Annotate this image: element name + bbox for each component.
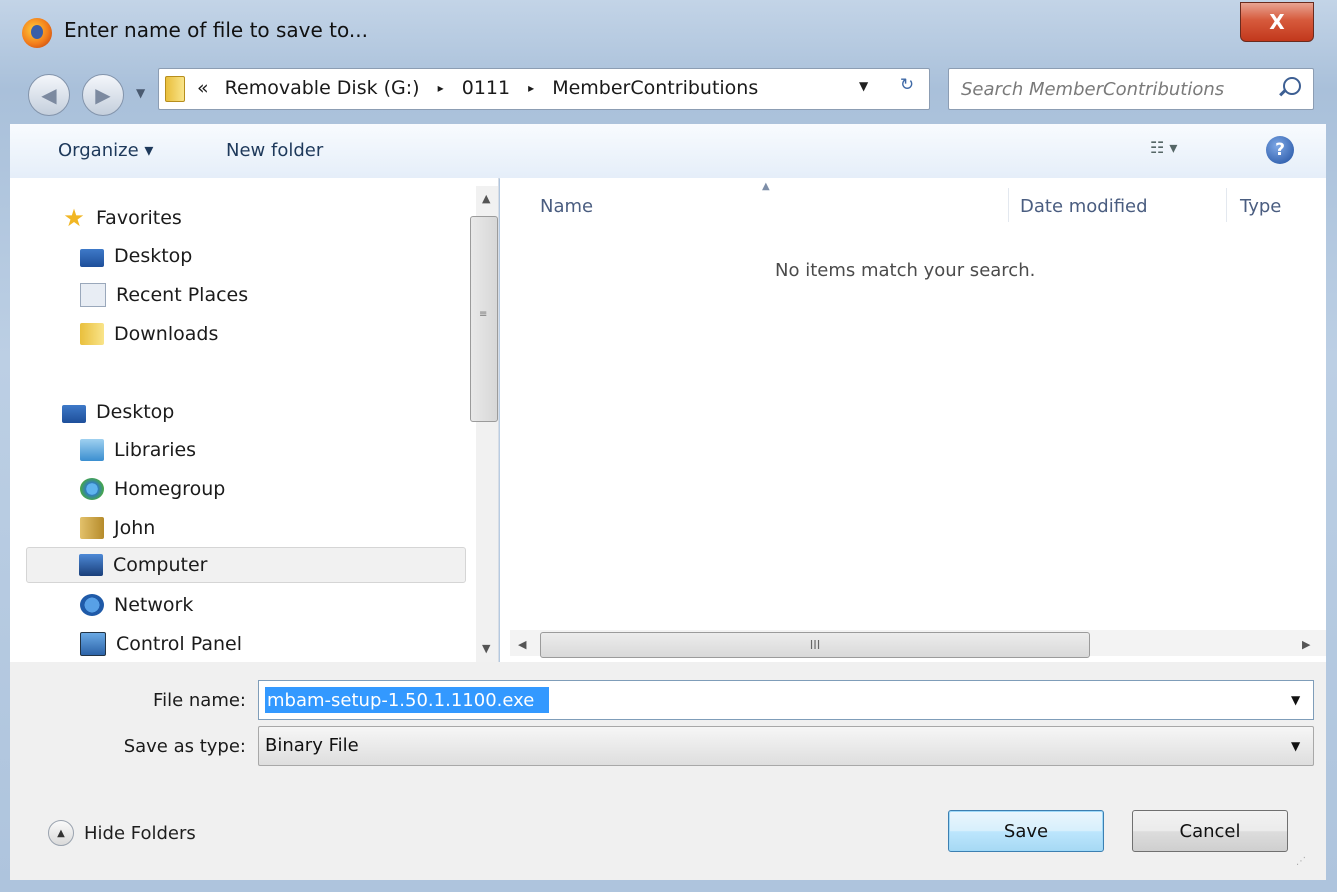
- horizontal-scrollbar-thumb[interactable]: III: [540, 632, 1090, 658]
- nav-item-label: Recent Places: [116, 284, 249, 306]
- save-as-type-select[interactable]: Binary File ▼: [258, 726, 1314, 766]
- window-title: Enter name of file to save to...: [64, 18, 368, 42]
- recent-locations-dropdown[interactable]: ▼: [136, 86, 145, 100]
- hide-folders-button[interactable]: ▲ Hide Folders: [48, 820, 196, 846]
- column-divider[interactable]: [1008, 188, 1009, 222]
- back-arrow-icon: ◀: [41, 83, 57, 107]
- nav-item-label: Control Panel: [116, 633, 242, 655]
- user-folder-icon: [80, 517, 104, 539]
- breadcrumb: « Removable Disk (G:) ▸ 0111 ▸ MemberCon…: [197, 77, 758, 99]
- chevron-down-icon[interactable]: ▼: [1291, 693, 1300, 707]
- breadcrumb-separator-icon[interactable]: ▸: [528, 81, 534, 95]
- nav-item-label: Libraries: [114, 439, 197, 461]
- breadcrumb-overflow[interactable]: «: [197, 77, 209, 99]
- file-list[interactable]: Name Date modified Type No items match y…: [500, 178, 1326, 662]
- firefox-icon: [22, 18, 52, 48]
- file-name-label: File name:: [153, 690, 246, 711]
- grip-icon: III: [809, 638, 821, 652]
- breadcrumb-item-removable-disk[interactable]: Removable Disk (G:): [225, 77, 420, 99]
- file-name-combobox[interactable]: ▼: [258, 680, 1314, 720]
- nav-item-label: Network: [114, 594, 194, 616]
- recent-places-icon: [80, 283, 106, 307]
- help-button[interactable]: ?: [1266, 136, 1294, 164]
- empty-folder-message: No items match your search.: [775, 260, 1036, 281]
- nav-item-favorites[interactable]: ★ Favorites: [62, 200, 182, 236]
- hide-folders-label: Hide Folders: [84, 822, 196, 844]
- nav-item-label: Favorites: [96, 207, 182, 229]
- column-header-date-modified[interactable]: Date modified: [1020, 196, 1148, 217]
- nav-item-homegroup[interactable]: Homegroup: [80, 471, 225, 507]
- sort-ascending-icon: ▲: [762, 181, 770, 192]
- resize-grip-icon[interactable]: ⋰: [1296, 856, 1314, 874]
- nav-item-label: John: [114, 517, 156, 539]
- breadcrumb-separator-icon[interactable]: ▸: [438, 81, 444, 95]
- chevron-up-icon: ▲: [48, 820, 74, 846]
- folder-icon: [165, 76, 185, 102]
- breadcrumb-item-membercontributions[interactable]: MemberContributions: [552, 77, 758, 99]
- close-button[interactable]: X: [1240, 2, 1314, 42]
- save-as-type-label: Save as type:: [123, 736, 246, 757]
- nav-item-libraries[interactable]: Libraries: [80, 432, 196, 468]
- network-icon: [80, 594, 104, 616]
- nav-item-label: Desktop: [114, 245, 193, 267]
- breadcrumb-item-0111[interactable]: 0111: [462, 77, 510, 99]
- nav-item-desktop[interactable]: Desktop: [62, 394, 174, 430]
- nav-item-control-panel[interactable]: Control Panel: [80, 626, 242, 662]
- desktop-icon: [80, 248, 104, 267]
- command-toolbar: Organize ▾ New folder ☷ ▾ ?: [10, 124, 1326, 179]
- title-bar: Enter name of file to save to... X: [0, 0, 1337, 60]
- homegroup-icon: [80, 478, 104, 500]
- search-input[interactable]: [959, 75, 1263, 103]
- nav-item-john[interactable]: John: [80, 510, 155, 546]
- organize-button[interactable]: Organize ▾: [58, 140, 153, 161]
- downloads-icon: [80, 323, 104, 345]
- change-view-button[interactable]: ☷ ▾: [1150, 138, 1177, 157]
- new-folder-button[interactable]: New folder: [226, 140, 323, 161]
- column-divider[interactable]: [1226, 188, 1227, 222]
- refresh-icon: ↻: [899, 75, 915, 95]
- refresh-button[interactable]: ↻: [893, 75, 921, 101]
- star-icon: ★: [63, 204, 85, 232]
- save-as-type-value: Binary File: [265, 735, 359, 756]
- nav-item-label: Desktop: [96, 401, 175, 423]
- chevron-down-icon[interactable]: ▼: [1291, 739, 1300, 753]
- scroll-right-arrow-icon[interactable]: ▶: [1302, 638, 1310, 651]
- computer-icon: [79, 554, 103, 576]
- nav-item-label: Computer: [113, 554, 208, 576]
- back-button[interactable]: ◀: [28, 74, 70, 116]
- address-dropdown-icon[interactable]: ▼: [859, 79, 868, 93]
- address-bar[interactable]: « Removable Disk (G:) ▸ 0111 ▸ MemberCon…: [158, 68, 930, 110]
- desktop-icon: [62, 404, 86, 423]
- scroll-down-arrow-icon[interactable]: ▼: [482, 642, 490, 655]
- cancel-button[interactable]: Cancel: [1132, 810, 1288, 852]
- nav-item-desktop-favorite[interactable]: Desktop: [80, 238, 192, 274]
- nav-scrollbar-thumb[interactable]: ≡: [470, 216, 498, 422]
- nav-item-label: Homegroup: [114, 478, 226, 500]
- column-header-type[interactable]: Type: [1240, 196, 1281, 217]
- nav-item-downloads[interactable]: Downloads: [80, 316, 218, 352]
- forward-arrow-icon: ▶: [95, 83, 111, 107]
- navigation-pane: ★ Favorites Desktop Recent Places Downlo…: [10, 178, 499, 662]
- nav-item-label: Downloads: [114, 323, 219, 345]
- nav-item-network[interactable]: Network: [80, 587, 193, 623]
- scroll-up-arrow-icon[interactable]: ▲: [482, 192, 490, 205]
- libraries-icon: [80, 439, 104, 461]
- nav-item-computer[interactable]: Computer: [26, 547, 466, 583]
- control-panel-icon: [80, 632, 106, 656]
- search-box[interactable]: [948, 68, 1314, 110]
- file-name-input[interactable]: [265, 687, 549, 713]
- forward-button[interactable]: ▶: [82, 74, 124, 116]
- scroll-left-arrow-icon[interactable]: ◀: [518, 638, 526, 651]
- save-button[interactable]: Save: [948, 810, 1104, 852]
- nav-item-recent-places[interactable]: Recent Places: [80, 277, 248, 313]
- grip-icon: ≡: [479, 309, 488, 320]
- search-icon[interactable]: [1283, 77, 1301, 95]
- column-header-name[interactable]: Name: [540, 196, 593, 217]
